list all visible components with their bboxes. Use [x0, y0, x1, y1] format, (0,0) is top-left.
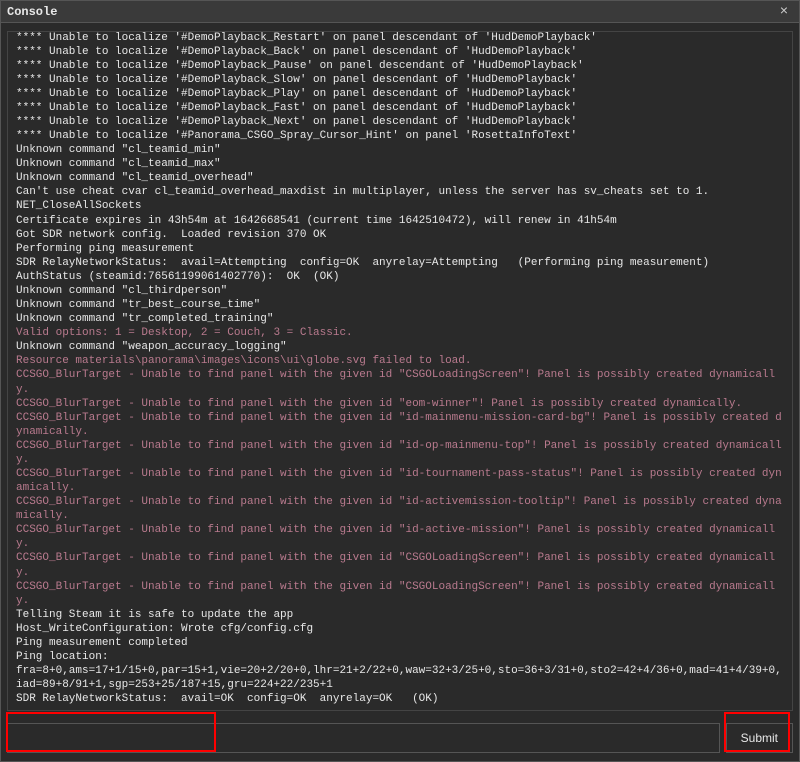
- console-line: CCSGO_BlurTarget - Unable to find panel …: [16, 397, 784, 411]
- console-line: Telling Steam it is safe to update the a…: [16, 608, 784, 622]
- console-line: Ping measurement completed: [16, 636, 784, 650]
- submit-button[interactable]: Submit: [726, 723, 793, 753]
- console-line: Unknown command "cl_teamid_overhead": [16, 171, 784, 185]
- console-line: **** Unable to localize '#Panorama_CSGO_…: [16, 129, 784, 143]
- console-line: Valid options: 1 = Desktop, 2 = Couch, 3…: [16, 326, 784, 340]
- console-line: NET_CloseAllSockets: [16, 199, 784, 213]
- console-line: AuthStatus (steamid:76561199061402770): …: [16, 270, 784, 284]
- console-line: Unknown command "weapon_accuracy_logging…: [16, 340, 784, 354]
- console-line: SDR RelayNetworkStatus: avail=OK config=…: [16, 692, 784, 706]
- console-line: CCSGO_BlurTarget - Unable to find panel …: [16, 551, 784, 579]
- console-line: **** Unable to localize '#DemoPlayback_B…: [16, 45, 784, 59]
- console-line: CCSGO_BlurTarget - Unable to find panel …: [16, 368, 784, 396]
- console-line: SDR RelayNetworkStatus: avail=Attempting…: [16, 256, 784, 270]
- console-line: Certificate expires in 43h54m at 1642668…: [16, 214, 784, 228]
- console-line: Unknown command "cl_teamid_max": [16, 157, 784, 171]
- console-line: **** Unable to localize '#DemoPlayback_R…: [16, 31, 784, 45]
- console-line: Unknown command "tr_best_course_time": [16, 298, 784, 312]
- console-line: CCSGO_BlurTarget - Unable to find panel …: [16, 523, 784, 551]
- titlebar: Console ×: [1, 1, 799, 23]
- console-line: CCSGO_BlurTarget - Unable to find panel …: [16, 467, 784, 495]
- console-line: Unknown command "cl_thirdperson": [16, 284, 784, 298]
- console-line: Can't use cheat cvar cl_teamid_overhead_…: [16, 185, 784, 199]
- console-line: CCSGO_BlurTarget - Unable to find panel …: [16, 580, 784, 608]
- console-line: Ping location:: [16, 650, 784, 664]
- console-line: Got SDR network config. Loaded revision …: [16, 228, 784, 242]
- console-line: Resource materials\panorama\images\icons…: [16, 354, 784, 368]
- close-icon[interactable]: ×: [775, 4, 793, 20]
- console-line: Unknown command "cl_teamid_min": [16, 143, 784, 157]
- output-wrap: Unknown command "cl_thirdperson"Unknown …: [1, 23, 799, 715]
- console-line: **** Unable to localize '#DemoPlayback_F…: [16, 101, 784, 115]
- console-line: **** Unable to localize '#DemoPlayback_P…: [16, 87, 784, 101]
- console-line: Unknown command "tr_completed_training": [16, 312, 784, 326]
- console-window: Console × Unknown command "cl_thirdperso…: [0, 0, 800, 762]
- console-line: **** Unable to localize '#DemoPlayback_N…: [16, 115, 784, 129]
- console-line: CCSGO_BlurTarget - Unable to find panel …: [16, 411, 784, 439]
- bottombar: Submit: [1, 715, 799, 761]
- window-title: Console: [7, 5, 57, 19]
- command-input[interactable]: [7, 723, 720, 753]
- console-output[interactable]: Unknown command "cl_thirdperson"Unknown …: [7, 31, 793, 711]
- console-line: CCSGO_BlurTarget - Unable to find panel …: [16, 495, 784, 523]
- console-line: Host_WriteConfiguration: Wrote cfg/confi…: [16, 622, 784, 636]
- console-line: fra=8+0,ams=17+1/15+0,par=15+1,vie=20+2/…: [16, 664, 784, 692]
- console-line: **** Unable to localize '#DemoPlayback_S…: [16, 73, 784, 87]
- console-line: **** Unable to localize '#DemoPlayback_P…: [16, 59, 784, 73]
- console-line: Performing ping measurement: [16, 242, 784, 256]
- console-line: CCSGO_BlurTarget - Unable to find panel …: [16, 439, 784, 467]
